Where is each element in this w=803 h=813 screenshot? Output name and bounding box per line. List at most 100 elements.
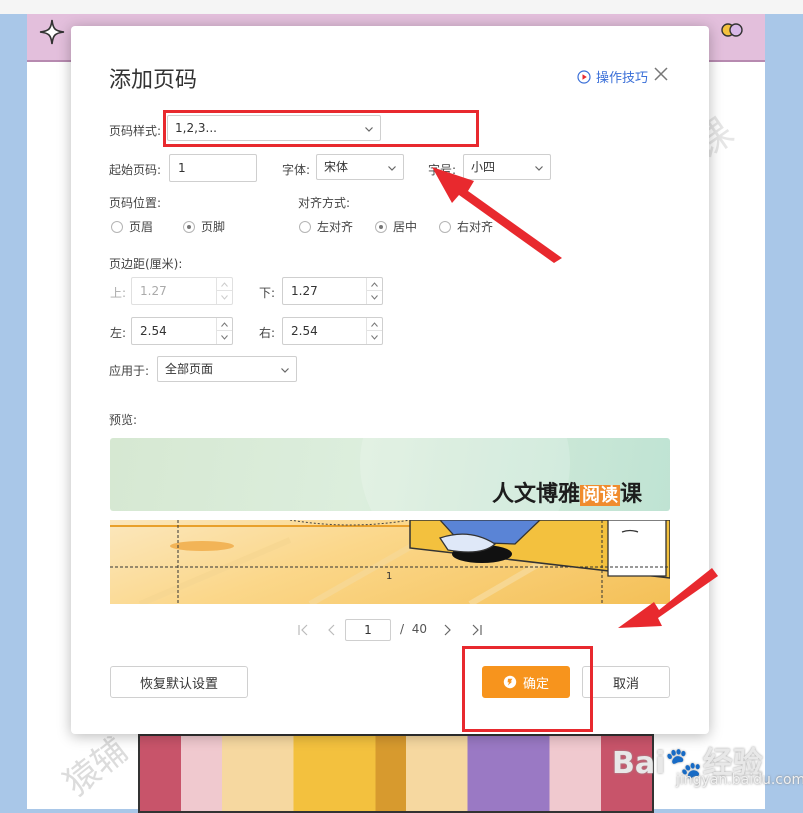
radio-align-center-label: 居中 (393, 220, 418, 234)
stepper-up[interactable] (217, 318, 232, 331)
stepper-up[interactable] (367, 278, 382, 291)
stepper-arrows (366, 278, 382, 304)
radio-header-label: 页眉 (129, 220, 154, 234)
radio-align-center[interactable]: 居中 (375, 218, 417, 235)
confirm-label: 确定 (522, 676, 549, 692)
margins-label: 页边距(厘米): (109, 257, 183, 271)
cartoon-illustration (138, 734, 654, 813)
page-input[interactable]: 1 (345, 619, 391, 641)
restore-defaults-button[interactable]: 恢复默认设置 (110, 666, 248, 698)
chevron-up-icon (371, 282, 378, 287)
banner-brand: 人文博雅 阅读课 (492, 476, 642, 508)
stepper-arrows (366, 318, 382, 344)
shield-icon (503, 675, 517, 689)
margin-top-label: 上: (110, 286, 127, 300)
cancel-button[interactable]: 取消 (582, 666, 670, 698)
font-select[interactable]: 宋体 (316, 154, 404, 180)
chevron-down-icon (371, 295, 378, 300)
chevron-down-icon (388, 166, 396, 171)
chevron-up-icon (221, 322, 228, 327)
preview-page: 1 (110, 520, 670, 604)
confirm-button[interactable]: 确定 (482, 666, 570, 698)
chevron-down-icon (365, 127, 373, 132)
font-label: 字体: (282, 163, 311, 177)
tips-link[interactable]: 操作技巧 (577, 67, 648, 86)
font-size-label: 字号: (428, 163, 457, 177)
preview-pager: 1 / 40 (294, 619, 494, 641)
preview-page-number: 1 (386, 571, 393, 582)
add-page-number-dialog: 添加页码 操作技巧 页码样式: 1,2,3... 起始页码: 1 字体: 宋体 … (71, 26, 709, 734)
top-strip (0, 0, 803, 14)
tips-label: 操作技巧 (596, 71, 649, 86)
radio-footer-label: 页脚 (201, 220, 226, 234)
stepper-arrows (216, 278, 232, 304)
start-page-label: 起始页码: (109, 163, 162, 177)
page-separator: / 40 (400, 622, 427, 636)
page-style-value: 1,2,3... (175, 121, 217, 135)
stepper-up[interactable] (367, 318, 382, 331)
margin-bottom-label: 下: (259, 286, 276, 300)
radio-align-right-label: 右对齐 (457, 220, 494, 234)
radio-align-left-label: 左对齐 (317, 220, 354, 234)
stepper-down[interactable] (367, 331, 382, 344)
preview-label: 预览: (109, 413, 138, 427)
banner-brand-highlight: 阅读 (579, 485, 620, 506)
baidu-url: jingyan.baidu.com (676, 772, 803, 788)
radio-footer[interactable]: 页脚 (183, 218, 225, 235)
radio-dot (111, 220, 123, 233)
chevron-down-icon (221, 295, 228, 300)
radio-header[interactable]: 页眉 (111, 218, 153, 235)
chevron-down-icon (221, 335, 228, 340)
apply-to-label: 应用于: (109, 364, 150, 378)
chevron-down-icon (535, 166, 543, 171)
last-page-icon[interactable] (470, 623, 484, 637)
rings-icon (721, 23, 743, 37)
total-pages: 40 (411, 622, 427, 636)
dialog-title: 添加页码 (109, 68, 198, 93)
stepper-down[interactable] (217, 331, 232, 344)
stepper-down[interactable] (367, 291, 382, 304)
prev-page-icon[interactable] (325, 623, 339, 637)
margin-left-label: 左: (110, 326, 127, 340)
margin-top-value: 1.27 (140, 284, 167, 298)
start-page-input[interactable]: 1 (169, 154, 257, 182)
sparkle-icon (39, 19, 65, 45)
radio-align-left[interactable]: 左对齐 (299, 218, 353, 235)
font-size-value: 小四 (471, 160, 496, 174)
font-size-select[interactable]: 小四 (463, 154, 551, 180)
next-page-icon[interactable] (440, 623, 454, 637)
stepper-up[interactable] (217, 278, 232, 291)
separator-text: / (400, 622, 405, 636)
first-page-icon[interactable] (296, 623, 310, 637)
banner-brand-text: 人文博雅 (491, 482, 580, 507)
chevron-up-icon (221, 282, 228, 287)
banner-brand-suffix: 课 (619, 482, 642, 507)
margin-left-stepper[interactable]: 2.54 (131, 317, 233, 345)
radio-dot (439, 220, 451, 233)
font-value: 宋体 (324, 160, 349, 174)
stepper-down[interactable] (217, 291, 232, 304)
margin-right-stepper[interactable]: 2.54 (282, 317, 383, 345)
page-style-label: 页码样式: (109, 124, 162, 138)
margin-bottom-value: 1.27 (291, 284, 318, 298)
close-icon[interactable] (653, 66, 669, 82)
chevron-down-icon (371, 335, 378, 340)
stepper-arrows (216, 318, 232, 344)
play-circle-icon (577, 69, 591, 84)
margin-top-stepper[interactable]: 1.27 (131, 277, 233, 305)
radio-dot-selected (183, 220, 195, 233)
chevron-up-icon (371, 322, 378, 327)
alignment-label: 对齐方式: (298, 196, 351, 210)
apply-to-value: 全部页面 (165, 362, 214, 376)
apply-to-select[interactable]: 全部页面 (157, 356, 297, 382)
radio-align-right[interactable]: 右对齐 (439, 218, 493, 235)
page-style-select[interactable]: 1,2,3... (167, 115, 381, 141)
position-label: 页码位置: (109, 196, 162, 210)
margin-right-value: 2.54 (291, 324, 318, 338)
margin-bottom-stepper[interactable]: 1.27 (282, 277, 383, 305)
radio-dot (299, 220, 311, 233)
chevron-down-icon (281, 368, 289, 373)
margin-right-label: 右: (259, 326, 276, 340)
radio-dot-selected (375, 220, 387, 233)
margin-left-value: 2.54 (140, 324, 167, 338)
